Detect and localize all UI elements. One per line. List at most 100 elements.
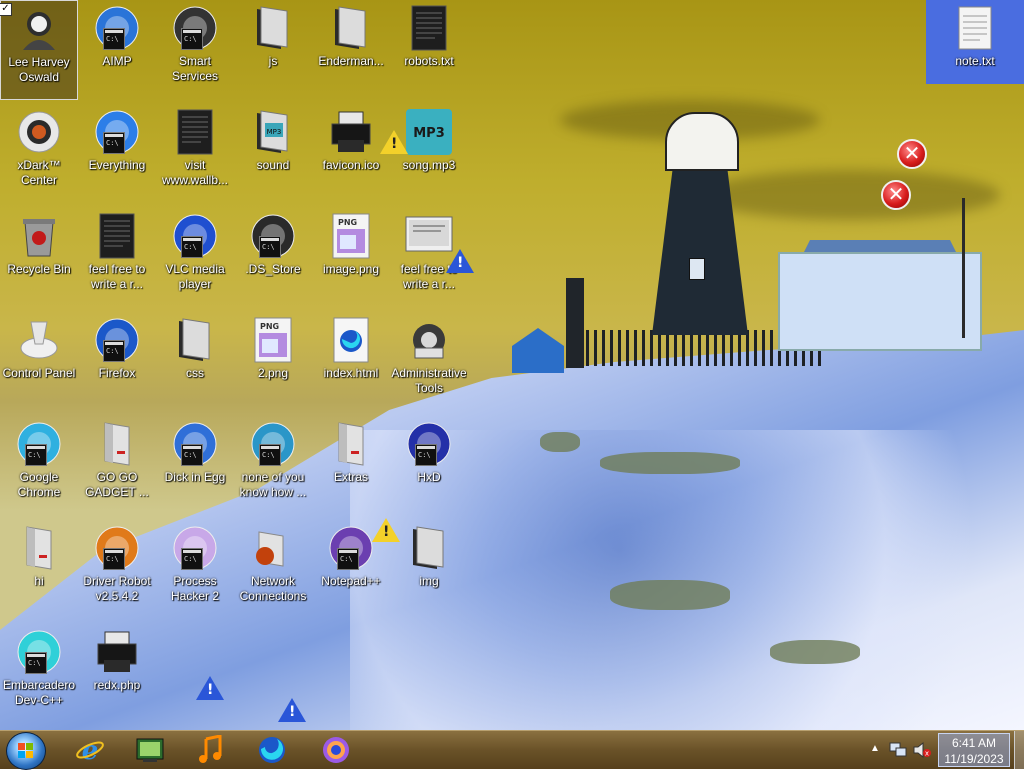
desktop-icon-control-panel[interactable]: Control Panel (0, 312, 78, 412)
desktop-icon-label: Lee Harvey Oswald (8, 55, 70, 84)
warning-icon (446, 249, 474, 273)
admin-tools-icon (405, 316, 453, 364)
desktop-icon-hi[interactable]: hi (0, 520, 78, 620)
taskbar-internet-explorer[interactable]: e (64, 733, 116, 767)
taskbar-media-center[interactable] (124, 733, 176, 767)
show-desktop-button[interactable] (1014, 731, 1024, 769)
aimp-icon (93, 4, 141, 52)
internet-explorer-icon: e (76, 736, 104, 765)
warning-icon (372, 518, 400, 542)
desktop-icon-lee-harvey-oswald[interactable]: ✓ Lee Harvey Oswald (0, 0, 78, 100)
desktop-icon-none-of-you-know-how[interactable]: none of you know how ... (234, 416, 312, 516)
printer-icon (327, 108, 375, 156)
desktop-icon-firefox[interactable]: Firefox (78, 312, 156, 412)
desktop-icon-2-png[interactable]: PNG 2.png (234, 312, 312, 412)
desktop-icon-redx-php[interactable]: redx.php (78, 624, 156, 724)
warning-icon (380, 130, 408, 154)
desktop-icon-label: Everything (88, 158, 146, 172)
desktop-icon-label: VLC media player (165, 262, 225, 291)
lighthouse-window (689, 258, 705, 280)
start-button[interactable] (6, 732, 46, 770)
process-hacker-icon (171, 524, 219, 572)
console-shortcut-icon (259, 236, 281, 258)
console-shortcut-icon (415, 444, 437, 466)
desktop-icon-ds-store[interactable]: .DS_Store (234, 208, 312, 308)
flag-mast (962, 198, 965, 338)
printer-icon (93, 628, 141, 676)
desktop-icon-vlc-media-player[interactable]: VLC media player (156, 208, 234, 308)
desktop-icon-everything[interactable]: Everything (78, 104, 156, 204)
console-shortcut-icon (25, 444, 47, 466)
desktop-icon-administrative-tools[interactable]: Administrative Tools (390, 312, 468, 412)
user-avatar-icon: ✓ (0, 3, 63, 53)
desktop-icon-label: GO GO GADGET ... (85, 470, 149, 499)
warning-icon (196, 676, 224, 700)
gears-icon (171, 4, 219, 52)
console-shortcut-icon (181, 548, 203, 570)
desktop-icon-label: feel free to write a r... (88, 262, 146, 291)
desktop-icon-xdark-center[interactable]: xDark™ Center (0, 104, 78, 204)
desktop-icon-image-png[interactable]: PNG image.png (312, 208, 390, 308)
desktop-icon-driver-robot-v2-5-4-2[interactable]: Driver Robot v2.5.4.2 (78, 520, 156, 620)
clock-date: 11/19/2023 (944, 752, 1004, 766)
rock (540, 432, 580, 452)
desktop-icon-label: visit www.wallb... (161, 158, 229, 187)
select-checkbox[interactable]: ✓ (0, 3, 12, 16)
desktop-icon-label: Smart Services (171, 54, 218, 83)
desktop-icon-note[interactable]: note.txt (926, 0, 1024, 84)
desktop-icon-dick-in-egg[interactable]: Dick in Egg (156, 416, 234, 516)
desktop-icon-go-go-gadget[interactable]: GO GO GADGET ... (78, 416, 156, 516)
desktop-icon-label: favicon.ico (322, 158, 380, 172)
console-shortcut-icon (103, 28, 125, 50)
desktop-icon-extras[interactable]: Extras (312, 416, 390, 516)
text-file-icon (93, 212, 141, 260)
desktop-icon-js[interactable]: js (234, 0, 312, 100)
devcpp-icon (15, 628, 63, 676)
desktop-icon-hxd[interactable]: HxD (390, 416, 468, 516)
taskbar-browser[interactable] (310, 733, 362, 767)
desktop-icon-aimp[interactable]: AIMP (78, 0, 156, 100)
desktop-icon-img[interactable]: img (390, 520, 468, 620)
desktop-icon-label: sound (256, 158, 290, 172)
svg-text:MP3: MP3 (267, 128, 282, 136)
taskbar-clock[interactable]: 6:41 AM 11/19/2023 (938, 733, 1010, 767)
desktop-icon-google-chrome[interactable]: Google Chrome (0, 416, 78, 516)
desktop-icon-enderman[interactable]: Enderman... (312, 0, 390, 100)
volume-muted-icon[interactable]: x (912, 741, 932, 759)
folder-icon (327, 4, 375, 52)
desktop-icon-embarcadero-dev-c[interactable]: Embarcadero Dev-C++ (0, 624, 78, 724)
desktop-icon-label: Notepad++ (321, 574, 381, 588)
svg-text:x: x (925, 750, 929, 758)
desktop-icon-label: Control Panel (2, 366, 76, 380)
desktop-icon-feel-free-to-write-a-r[interactable]: feel free to write a r... (78, 208, 156, 308)
desktop-icon-label: xDark™ Center (17, 158, 61, 187)
desktop-icon-sound[interactable]: MP3 sound (234, 104, 312, 204)
desktop-icon-recycle-bin[interactable]: Recycle Bin (0, 208, 78, 308)
error-icon: ✕ (881, 180, 911, 210)
desktop-icon-song-mp3[interactable]: MP3 song.mp3 (390, 104, 468, 204)
text-file-icon (951, 4, 999, 52)
console-shortcut-icon (103, 132, 125, 154)
desktop-icon-label: AIMP (102, 54, 132, 68)
desktop-icon-visit-www-wallb[interactable]: visit www.wallb... (156, 104, 234, 204)
chrome-like-icon (323, 737, 349, 763)
notepadpp-icon (327, 524, 375, 572)
chrome-icon (15, 420, 63, 468)
warning-icon (278, 698, 306, 722)
hxd-icon (405, 420, 453, 468)
desktop-icon-index-html[interactable]: index.html (312, 312, 390, 412)
desktop-icon-robots-txt[interactable]: robots.txt (390, 0, 468, 100)
desktop-icon-process-hacker-2[interactable]: Process Hacker 2 (156, 520, 234, 620)
taskbar-music[interactable] (184, 733, 236, 767)
desktop-icon-network-connections[interactable]: Network Connections (234, 520, 312, 620)
network-tray-icon[interactable] (888, 741, 908, 759)
taskbar: e ▲ x 6:41 AM 11/19/2023 (0, 730, 1024, 770)
desktop-icon-favicon-ico[interactable]: favicon.ico (312, 104, 390, 204)
console-shortcut-icon (181, 28, 203, 50)
console-shortcut-icon (337, 548, 359, 570)
tray-expand-arrow-icon[interactable]: ▲ (870, 743, 880, 754)
desktop-icon-label: .DS_Store (245, 262, 301, 276)
desktop-icon-smart-services[interactable]: Smart Services (156, 0, 234, 100)
desktop-icon-css[interactable]: css (156, 312, 234, 412)
taskbar-firefox[interactable] (246, 733, 298, 767)
